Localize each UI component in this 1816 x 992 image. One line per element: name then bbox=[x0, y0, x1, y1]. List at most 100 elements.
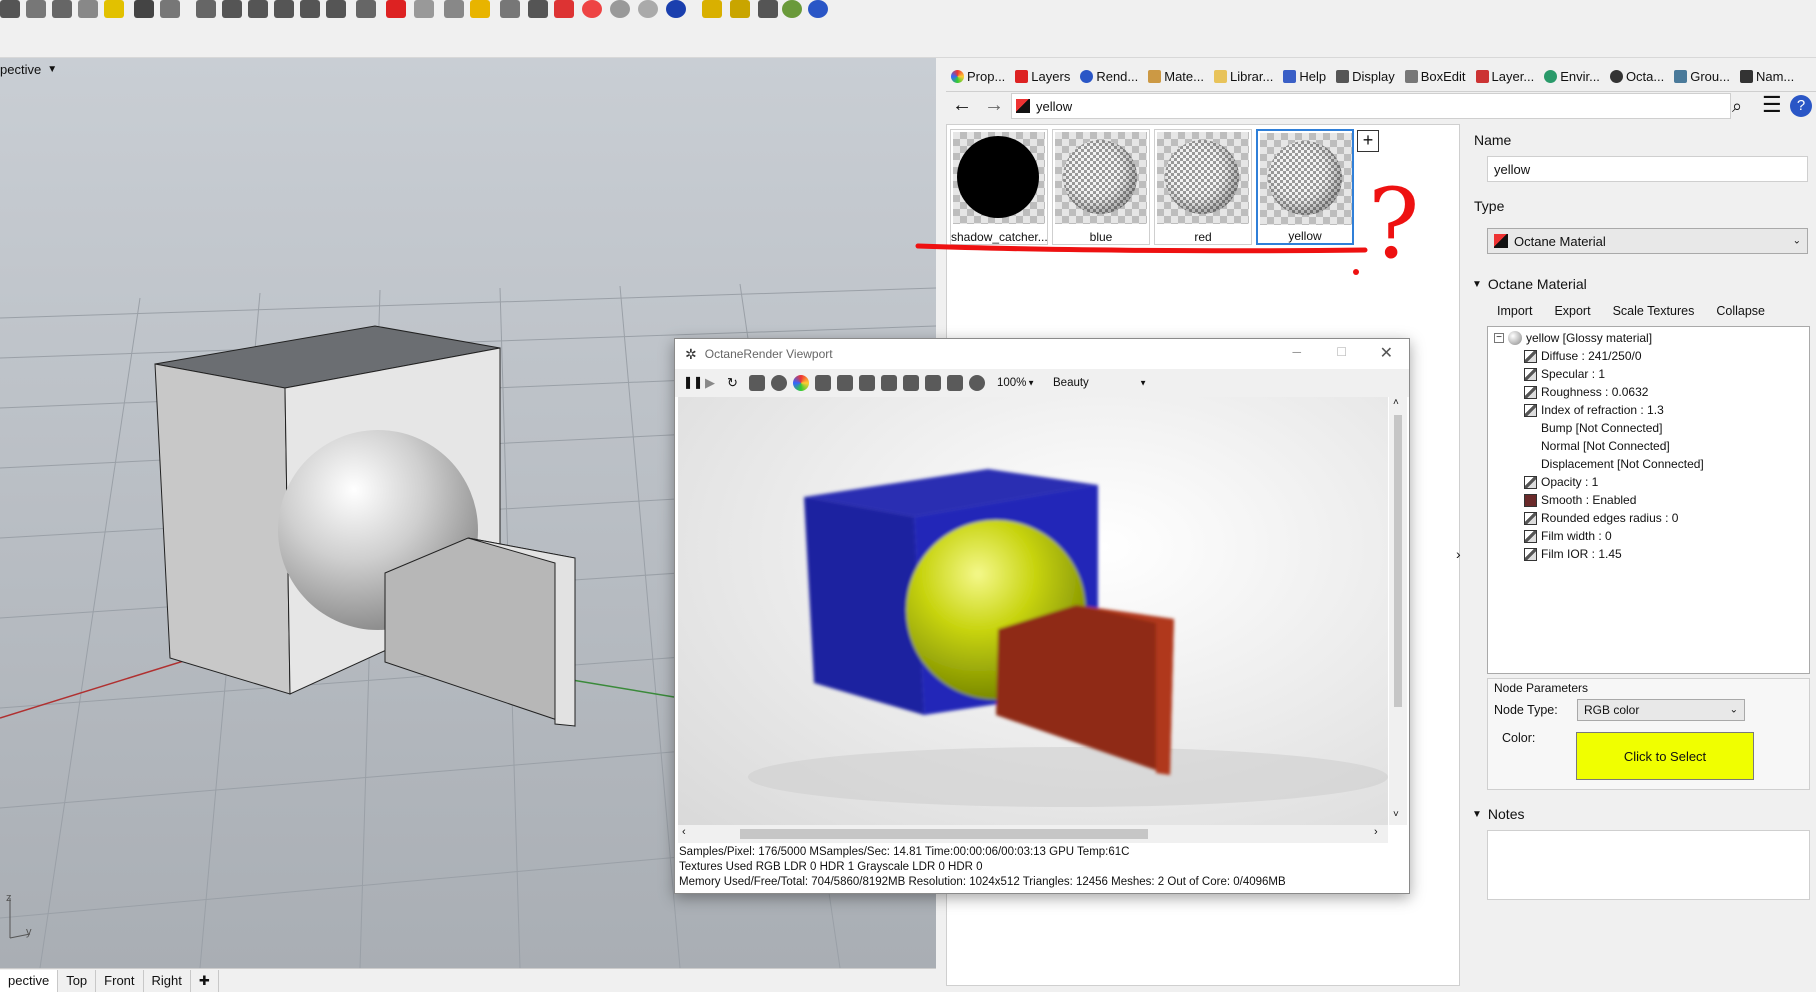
light-icon[interactable] bbox=[500, 0, 520, 18]
export-button[interactable]: Export bbox=[1554, 304, 1590, 318]
region-icon[interactable] bbox=[881, 375, 897, 391]
paste-icon[interactable] bbox=[104, 0, 124, 18]
render-sphere-icon[interactable] bbox=[638, 0, 658, 18]
octane-material-section[interactable]: ▼ Octane Material bbox=[1472, 276, 1587, 292]
panel-splitter-icon[interactable]: › bbox=[1456, 546, 1461, 562]
octane-horizontal-scrollbar[interactable]: ‹ › bbox=[678, 825, 1388, 843]
octane-render-preview[interactable] bbox=[678, 397, 1388, 825]
tab-rendering[interactable]: Rend... bbox=[1075, 64, 1143, 90]
zoom-previous-icon[interactable] bbox=[326, 0, 346, 18]
tab-groups[interactable]: Grou... bbox=[1669, 64, 1735, 90]
scroll-up-icon[interactable]: ˄ bbox=[1393, 397, 1399, 408]
viewport-tab-front[interactable]: Front bbox=[96, 969, 144, 992]
tree-item[interactable]: Bump [Not Connected] bbox=[1541, 419, 1662, 437]
open-icon[interactable] bbox=[0, 0, 20, 18]
material-breadcrumb[interactable]: yellow bbox=[1011, 93, 1731, 119]
gumball-icon[interactable] bbox=[758, 0, 778, 18]
zoom-window-icon[interactable] bbox=[248, 0, 268, 18]
add-material-button[interactable]: + bbox=[1357, 130, 1379, 152]
rotate-icon[interactable] bbox=[196, 0, 216, 18]
tree-item[interactable]: Rounded edges radius : 0 bbox=[1524, 509, 1678, 527]
import-button[interactable]: Import bbox=[1497, 304, 1532, 318]
search-icon[interactable]: ⌕ bbox=[1732, 96, 1742, 117]
tree-item[interactable]: Film width : 0 bbox=[1524, 527, 1612, 545]
tree-item[interactable]: Film IOR : 1.45 bbox=[1524, 545, 1622, 563]
select-icon[interactable] bbox=[470, 0, 490, 18]
scroll-right-icon[interactable]: › bbox=[1374, 826, 1378, 838]
viewport-title[interactable]: pective ▼ bbox=[0, 62, 57, 77]
close-icon[interactable]: ✕ bbox=[1380, 343, 1393, 363]
node-type-dropdown[interactable]: RGB color ⌄ bbox=[1577, 699, 1745, 721]
scroll-thumb[interactable] bbox=[1394, 415, 1402, 707]
undo-icon[interactable] bbox=[134, 0, 154, 18]
collapse-button[interactable]: Collapse bbox=[1716, 304, 1765, 318]
pan-icon[interactable] bbox=[160, 0, 180, 18]
tab-environments[interactable]: Envir... bbox=[1539, 64, 1605, 90]
render-settings-icon[interactable] bbox=[749, 375, 765, 391]
viewport-menu-icon[interactable]: ▼ bbox=[47, 64, 57, 75]
forward-arrow-icon[interactable]: → bbox=[984, 94, 1004, 117]
tab-named-views[interactable]: Nam... bbox=[1735, 64, 1799, 90]
globe-icon[interactable] bbox=[782, 0, 802, 18]
notes-textarea[interactable] bbox=[1487, 830, 1810, 900]
zoom-extents-icon[interactable] bbox=[274, 0, 294, 18]
type-dropdown[interactable]: Octane Material ⌄ bbox=[1487, 228, 1808, 254]
tab-layer-states[interactable]: Layer... bbox=[1471, 64, 1540, 90]
lasso-icon[interactable] bbox=[414, 0, 434, 18]
scroll-left-icon[interactable]: ‹ bbox=[682, 826, 686, 838]
picker-icon[interactable] bbox=[947, 375, 963, 391]
viewport-tab-top[interactable]: Top bbox=[58, 969, 97, 992]
tree-item[interactable]: Normal [Not Connected] bbox=[1541, 437, 1670, 455]
help-icon[interactable] bbox=[808, 0, 828, 18]
name-field[interactable]: yellow bbox=[1487, 156, 1808, 182]
octane-title-bar[interactable]: ✲ OctaneRender Viewport ─ ☐ ✕ bbox=[675, 339, 1409, 369]
back-arrow-icon[interactable]: ← bbox=[952, 94, 972, 117]
settings-icon[interactable] bbox=[730, 0, 750, 18]
notes-section[interactable]: ▼ Notes bbox=[1472, 806, 1524, 822]
camera-icon[interactable] bbox=[837, 375, 853, 391]
octane-vertical-scrollbar[interactable]: ˄ ˅ bbox=[1389, 397, 1407, 825]
lock-icon[interactable] bbox=[528, 0, 548, 18]
color-wheel-icon[interactable] bbox=[582, 0, 602, 18]
material-sphere-icon[interactable] bbox=[666, 0, 686, 18]
pause-icon[interactable]: ❚❚ bbox=[683, 375, 703, 391]
tree-item[interactable]: Diffuse : 241/250/0 bbox=[1524, 347, 1642, 365]
plate-object[interactable] bbox=[384, 537, 576, 727]
material-icon[interactable] bbox=[771, 375, 787, 391]
export-image-icon[interactable] bbox=[859, 375, 875, 391]
viewport-tab-perspective[interactable]: pective bbox=[0, 969, 59, 992]
sphere-icon[interactable] bbox=[610, 0, 630, 18]
zoom-icon[interactable] bbox=[222, 0, 242, 18]
tree-item[interactable]: Index of refraction : 1.3 bbox=[1524, 401, 1664, 419]
tab-layers[interactable]: Layers bbox=[1010, 64, 1075, 90]
new-icon[interactable] bbox=[26, 0, 46, 18]
lock-icon[interactable] bbox=[903, 375, 919, 391]
tab-display[interactable]: Display bbox=[1331, 64, 1400, 90]
grid-icon[interactable] bbox=[356, 0, 376, 18]
paint-icon[interactable] bbox=[702, 0, 722, 18]
maximize-icon[interactable]: ☐ bbox=[1336, 345, 1347, 359]
tab-libraries[interactable]: Librar... bbox=[1209, 64, 1278, 90]
play-icon[interactable]: ▶ bbox=[705, 375, 721, 391]
globe-icon[interactable] bbox=[969, 375, 985, 391]
restart-icon[interactable]: ↻ bbox=[727, 375, 743, 391]
collapse-toggle-icon[interactable]: − bbox=[1494, 333, 1504, 343]
tab-octane[interactable]: Octa... bbox=[1605, 64, 1669, 90]
help-circle-icon[interactable]: ? bbox=[1790, 95, 1812, 117]
grid-icon[interactable] bbox=[925, 375, 941, 391]
tree-item[interactable]: Specular : 1 bbox=[1524, 365, 1605, 383]
tree-root[interactable]: − yellow [Glossy material] bbox=[1494, 329, 1652, 347]
zoom-selected-icon[interactable] bbox=[300, 0, 320, 18]
color-icon[interactable] bbox=[793, 375, 809, 391]
tab-boxedit[interactable]: BoxEdit bbox=[1400, 64, 1471, 90]
car-icon[interactable] bbox=[386, 0, 406, 18]
render-pass-dropdown[interactable]: Beauty ▼ bbox=[1047, 373, 1153, 393]
zoom-dropdown[interactable]: 100% ▼ bbox=[991, 373, 1041, 393]
tree-item[interactable]: Opacity : 1 bbox=[1524, 473, 1598, 491]
histogram-icon[interactable] bbox=[815, 375, 831, 391]
viewport-tab-right[interactable]: Right bbox=[144, 969, 191, 992]
cut-icon[interactable] bbox=[52, 0, 72, 18]
tab-help[interactable]: Help bbox=[1278, 64, 1331, 90]
snap-icon[interactable] bbox=[444, 0, 464, 18]
scroll-down-icon[interactable]: ˅ bbox=[1393, 809, 1399, 820]
